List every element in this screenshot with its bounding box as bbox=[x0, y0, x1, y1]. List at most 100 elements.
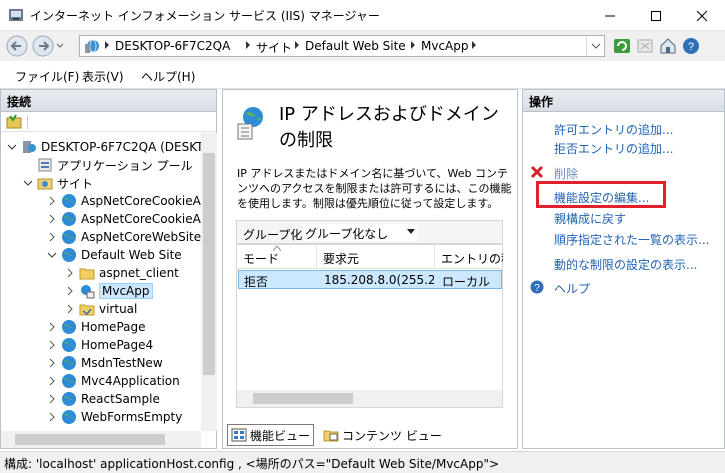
address-bar[interactable]: DESKTOP-6F7C2QA サイト Default Web Site Mvc… bbox=[79, 35, 605, 57]
sort-ascending-icon bbox=[273, 246, 281, 251]
action-remove[interactable]: 削除 bbox=[554, 165, 578, 182]
back-button[interactable] bbox=[6, 35, 28, 57]
tree-node-site[interactable]: MsdnTestNew bbox=[47, 354, 163, 372]
folder-icon bbox=[79, 268, 95, 280]
status-text: 構成: 'localhost' applicationHost.config ,… bbox=[4, 457, 500, 471]
tree-node-site[interactable]: Mvc4Application bbox=[47, 372, 180, 390]
delete-icon bbox=[530, 165, 544, 179]
highlight-annotation bbox=[536, 181, 666, 208]
breadcrumb-sites[interactable]: サイト bbox=[256, 39, 292, 56]
server-icon bbox=[23, 141, 36, 153]
feature-panel: IP アドレスおよびドメインの制限 IP アドレスまたはドメイン名に基づいて、W… bbox=[222, 89, 518, 449]
chevron-right-icon[interactable] bbox=[47, 196, 57, 206]
connections-tree: DESKTOP-6F7C2QA (DESKTO アプリケーション プール サイト… bbox=[1, 133, 201, 433]
connect-icon[interactable] bbox=[6, 114, 22, 130]
action-revert-to-parent[interactable]: 親構成に戻す bbox=[554, 210, 626, 227]
globe-icon bbox=[62, 356, 76, 370]
forward-button[interactable] bbox=[32, 35, 54, 57]
globe-icon bbox=[62, 410, 76, 424]
help-icon: ? bbox=[683, 38, 699, 54]
tree-node-site[interactable]: AspNetCoreWebSite bbox=[47, 228, 201, 246]
table-row[interactable]: 拒否 185.208.8.0(255.255.255.0) ローカル bbox=[238, 270, 502, 289]
tree-node-site[interactable]: WebFormsEmpty bbox=[47, 408, 182, 426]
menu-view[interactable]: 表示(V) bbox=[82, 68, 124, 85]
chevron-right-icon[interactable] bbox=[47, 322, 57, 332]
tree-horizontal-scrollbar[interactable] bbox=[1, 431, 201, 448]
action-add-deny-entry[interactable]: 拒否エントリの追加... bbox=[554, 140, 673, 157]
group-by-select[interactable]: グループ化なし bbox=[303, 224, 417, 241]
stop-button[interactable] bbox=[635, 36, 655, 56]
home-button[interactable] bbox=[658, 36, 678, 56]
refresh-button[interactable] bbox=[612, 36, 632, 56]
maximize-button[interactable] bbox=[633, 0, 679, 31]
svg-text:?: ? bbox=[688, 41, 694, 53]
tree-node-site[interactable]: AspNetCoreCookieAu bbox=[47, 210, 201, 228]
globe-icon bbox=[62, 392, 76, 406]
help-button[interactable]: ? bbox=[681, 36, 701, 56]
breadcrumb-mvcapp[interactable]: MvcApp bbox=[421, 39, 469, 53]
scrollbar-thumb[interactable] bbox=[15, 434, 165, 445]
chevron-right-icon[interactable] bbox=[47, 394, 57, 404]
globe-icon bbox=[62, 212, 76, 226]
grid-horizontal-scrollbar[interactable] bbox=[237, 390, 502, 407]
chevron-right-icon[interactable] bbox=[47, 376, 57, 386]
chevron-right-icon[interactable] bbox=[65, 268, 75, 278]
navigation-bar: DESKTOP-6F7C2QA サイト Default Web Site Mvc… bbox=[0, 31, 725, 61]
features-view-icon bbox=[231, 428, 247, 442]
tree-node-app-pools[interactable]: アプリケーション プール bbox=[23, 156, 193, 174]
chevron-right-icon[interactable] bbox=[65, 286, 75, 296]
home-icon bbox=[660, 38, 676, 54]
chevron-down-icon[interactable] bbox=[7, 142, 17, 152]
action-help[interactable]: ヘルプ bbox=[554, 280, 590, 297]
window-title: インターネット インフォメーション サービス (IIS) マネージャー bbox=[30, 9, 380, 23]
menu-file[interactable]: ファイル(F) bbox=[15, 68, 79, 85]
tree-node-sites[interactable]: サイト bbox=[23, 174, 93, 192]
chevron-down-icon[interactable] bbox=[47, 250, 57, 260]
breadcrumb-default-web-site[interactable]: Default Web Site bbox=[305, 39, 406, 53]
chevron-right-icon[interactable] bbox=[47, 340, 57, 350]
column-header-entry-type[interactable]: エントリの種類 bbox=[435, 245, 503, 269]
group-by-value: グループ化なし bbox=[305, 227, 389, 241]
tree-node-mvcapp[interactable]: MvcApp bbox=[65, 282, 153, 300]
chevron-right-icon[interactable] bbox=[47, 214, 57, 224]
column-header-requester[interactable]: 要求元 bbox=[317, 245, 435, 269]
maximize-icon bbox=[651, 10, 661, 21]
address-dropdown-button[interactable] bbox=[586, 36, 604, 56]
tree-node-site[interactable]: ReactSample bbox=[47, 390, 160, 408]
action-add-allow-entry[interactable]: 許可エントリの追加... bbox=[554, 121, 673, 138]
cell-requester: 185.208.8.0(255.255.255.0) bbox=[324, 273, 434, 287]
tab-content-view[interactable]: コンテンツ ビュー bbox=[320, 424, 445, 446]
tree-node-server[interactable]: DESKTOP-6F7C2QA (DESKTO bbox=[7, 138, 201, 156]
tree-node-site[interactable]: AspNetCoreCookieAu bbox=[47, 192, 201, 210]
app-pool-icon bbox=[38, 158, 52, 172]
tab-features-view[interactable]: 機能ビュー bbox=[227, 424, 315, 446]
scrollbar-thumb[interactable] bbox=[203, 153, 215, 375]
breadcrumb-server[interactable]: DESKTOP-6F7C2QA bbox=[115, 39, 230, 53]
stop-icon bbox=[637, 39, 653, 53]
tree-node-default-web-site[interactable]: Default Web Site bbox=[47, 246, 182, 264]
menu-bar: ファイル(F) 表示(V) ヘルプ(H) bbox=[0, 61, 725, 89]
tree-node-site[interactable]: HomePage4 bbox=[47, 336, 153, 354]
chevron-right-icon[interactable] bbox=[47, 358, 57, 368]
nav-tool-icons: ? bbox=[612, 36, 701, 56]
close-button[interactable] bbox=[679, 0, 725, 31]
globe-icon bbox=[62, 194, 76, 208]
chevron-down-icon[interactable] bbox=[23, 178, 33, 188]
history-dropdown-icon[interactable] bbox=[56, 43, 64, 48]
scrollbar-thumb[interactable] bbox=[253, 393, 353, 404]
globe-icon bbox=[62, 230, 76, 244]
tree-node-virtual[interactable]: virtual bbox=[65, 300, 137, 318]
help-icon: ? bbox=[530, 280, 544, 294]
tree-node-site[interactable]: HomePage bbox=[47, 318, 146, 336]
action-view-ordered-list[interactable]: 順序指定された一覧の表示... bbox=[554, 231, 709, 248]
chevron-right-icon[interactable] bbox=[47, 412, 57, 422]
column-header-mode[interactable]: モード bbox=[237, 245, 317, 269]
tree-vertical-scrollbar[interactable] bbox=[201, 133, 217, 431]
chevron-right-icon[interactable] bbox=[47, 232, 57, 242]
action-edit-dynamic-restrictions[interactable]: 動的な制限の設定の表示... bbox=[554, 256, 697, 273]
feature-description: IP アドレスまたはドメイン名に基づいて、Web コンテンツへのアクセスを制限ま… bbox=[237, 167, 512, 210]
tree-node-aspnet-client[interactable]: aspnet_client bbox=[65, 264, 179, 282]
menu-help[interactable]: ヘルプ(H) bbox=[141, 68, 195, 85]
chevron-right-icon[interactable] bbox=[65, 304, 75, 314]
minimize-button[interactable] bbox=[587, 0, 633, 31]
